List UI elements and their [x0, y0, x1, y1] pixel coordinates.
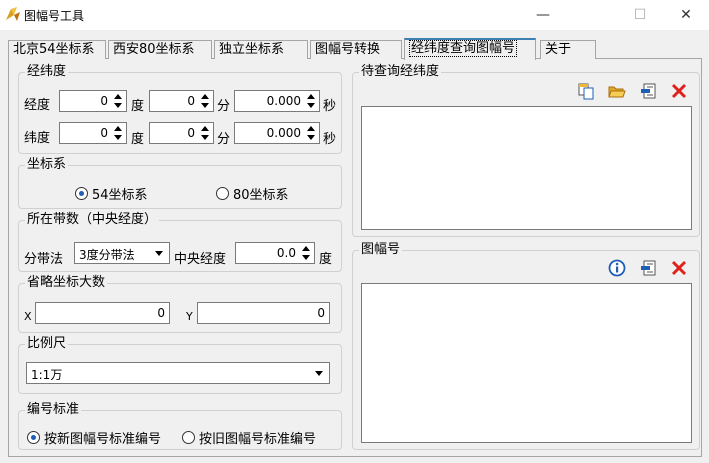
degree-unit: 度 — [319, 252, 333, 267]
sheet-number-list[interactable] — [361, 283, 692, 443]
latitude-minute-spinner[interactable]: 0 — [149, 122, 214, 144]
spinner-value: 0 — [100, 126, 108, 140]
input-value: 0 — [317, 306, 325, 320]
group-title: 经纬度 — [25, 64, 69, 79]
radio-old-standard[interactable]: 按旧图幅号标准编号 — [182, 428, 316, 447]
group-title: 所在带数（中央经度） — [25, 212, 160, 227]
minimize-button[interactable]: — — [520, 0, 566, 30]
query-latlon-list[interactable] — [361, 106, 692, 230]
radio-label: 54坐标系 — [92, 188, 148, 203]
radio-selected-icon — [27, 431, 40, 444]
tab-label: 关于 — [545, 42, 572, 57]
tab-latlon-query[interactable]: 经纬度查询图幅号 — [404, 38, 536, 60]
tab-label: 独立坐标系 — [219, 42, 285, 57]
chevron-down-icon — [315, 371, 323, 376]
close-icon: ✕ — [680, 7, 692, 23]
minimize-icon: — — [536, 7, 550, 23]
second-unit: 秒 — [323, 99, 337, 114]
select-value: 3度分带法 — [79, 248, 135, 262]
latitude-label: 纬度 — [24, 131, 51, 146]
radio-selected-icon — [75, 187, 88, 200]
app-icon — [6, 7, 20, 21]
radio-unselected-icon — [216, 187, 229, 200]
spinner-arrows-icon[interactable] — [306, 93, 316, 109]
latitude-second-spinner[interactable]: 0.000 — [234, 122, 320, 144]
tab-label: 北京54坐标系 — [13, 42, 95, 57]
tab-label: 西安80坐标系 — [113, 42, 195, 57]
window-title: 图幅号工具 — [24, 9, 85, 23]
spinner-arrows-icon[interactable] — [301, 245, 311, 261]
tab-independent[interactable]: 独立坐标系 — [214, 40, 308, 59]
spinner-value: 0.0 — [276, 246, 296, 260]
title-bar: 图幅号工具 — ☐ ✕ — [0, 0, 709, 30]
select-value: 1:1万 — [31, 368, 63, 382]
spinner-arrows-icon[interactable] — [113, 125, 123, 141]
latitude-degree-spinner[interactable]: 0 — [59, 122, 127, 144]
tab-label: 图幅号转换 — [315, 42, 381, 57]
export-list-icon[interactable] — [640, 82, 658, 100]
group-title: 比例尺 — [25, 336, 69, 351]
tab-sheet-convert[interactable]: 图幅号转换 — [310, 40, 402, 59]
spinner-value: 0.000 — [266, 94, 301, 108]
longitude-minute-spinner[interactable]: 0 — [149, 90, 214, 112]
radio-80-system[interactable]: 80坐标系 — [216, 184, 289, 203]
spinner-value: 0 — [100, 94, 108, 108]
central-meridian-spinner[interactable]: 0.0 — [235, 242, 315, 264]
y-omit-input[interactable]: 0 — [197, 302, 330, 324]
spinner-arrows-icon[interactable] — [113, 93, 123, 109]
degree-unit: 度 — [131, 99, 145, 114]
delete-icon[interactable] — [670, 82, 688, 100]
central-meridian-label: 中央经度 — [174, 252, 227, 267]
minute-unit: 分 — [217, 99, 231, 114]
chevron-down-icon — [155, 251, 163, 256]
longitude-second-spinner[interactable]: 0.000 — [234, 90, 320, 112]
y-label: Y — [186, 310, 193, 323]
input-value: 0 — [157, 306, 165, 320]
scale-select[interactable]: 1:1万 — [26, 362, 330, 384]
longitude-degree-spinner[interactable]: 0 — [59, 90, 127, 112]
group-title: 坐标系 — [25, 157, 69, 172]
radio-new-standard[interactable]: 按新图幅号标准编号 — [27, 428, 161, 447]
spinner-value: 0 — [187, 94, 195, 108]
spinner-arrows-icon[interactable] — [200, 125, 210, 141]
folder-open-icon[interactable] — [608, 82, 626, 100]
info-icon[interactable] — [608, 259, 626, 277]
radio-unselected-icon — [182, 431, 195, 444]
second-unit: 秒 — [323, 132, 337, 147]
spinner-arrows-icon[interactable] — [306, 125, 316, 141]
zone-method-label: 分带法 — [24, 252, 64, 267]
tab-about[interactable]: 关于 — [540, 40, 596, 59]
tab-strip: 北京54坐标系 西安80坐标系 独立坐标系 图幅号转换 经纬度查询图幅号 关于 — [0, 38, 709, 60]
radio-label: 按新图幅号标准编号 — [44, 432, 162, 447]
spinner-value: 0 — [187, 126, 195, 140]
group-title: 编号标准 — [25, 402, 82, 417]
tab-xian80[interactable]: 西安80坐标系 — [108, 40, 212, 59]
tab-label: 经纬度查询图幅号 — [409, 40, 518, 57]
close-button[interactable]: ✕ — [663, 0, 709, 30]
tab-beijing54[interactable]: 北京54坐标系 — [8, 40, 106, 59]
x-omit-input[interactable]: 0 — [35, 302, 170, 324]
spinner-arrows-icon[interactable] — [200, 93, 210, 109]
radio-54-system[interactable]: 54坐标系 — [75, 184, 148, 203]
minute-unit: 分 — [217, 132, 231, 147]
coord-system-group: 坐标系 — [18, 158, 342, 209]
degree-unit: 度 — [131, 132, 145, 147]
zone-method-select[interactable]: 3度分带法 — [74, 242, 170, 264]
delete-icon[interactable] — [670, 259, 688, 277]
spinner-value: 0.000 — [266, 126, 301, 140]
group-title: 省略坐标大数 — [25, 275, 108, 290]
x-label: X — [24, 310, 32, 323]
group-title: 待查询经纬度 — [359, 64, 442, 79]
maximize-button[interactable]: ☐ — [617, 0, 663, 30]
copy-icon[interactable] — [577, 82, 595, 100]
maximize-icon: ☐ — [633, 7, 647, 23]
longitude-label: 经度 — [24, 98, 51, 113]
radio-label: 按旧图幅号标准编号 — [199, 432, 317, 447]
export-list-icon[interactable] — [640, 259, 658, 277]
radio-label: 80坐标系 — [233, 188, 289, 203]
group-title: 图幅号 — [359, 242, 403, 257]
